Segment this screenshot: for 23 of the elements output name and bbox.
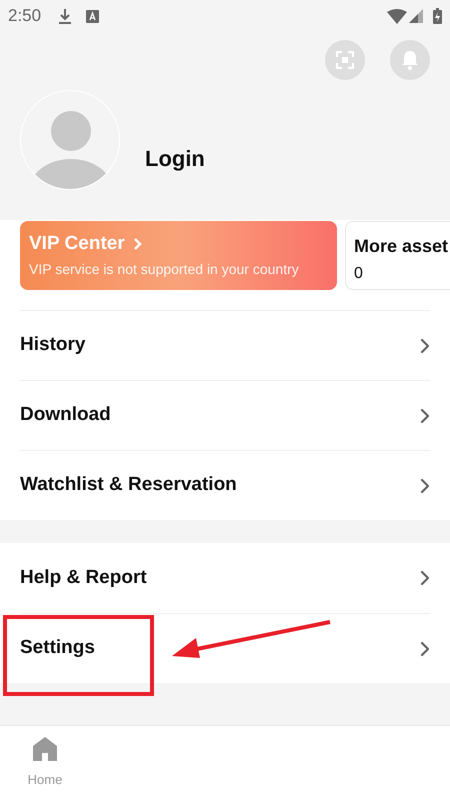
chevron-right-icon	[420, 408, 430, 424]
chevron-right-icon	[420, 338, 430, 354]
chevron-right-icon	[420, 570, 430, 586]
scan-button[interactable]	[325, 40, 365, 80]
assets-title: More asset	[354, 236, 450, 256]
keyboard-app-icon	[86, 10, 100, 22]
home-icon	[31, 736, 59, 762]
chevron-right-icon	[420, 478, 430, 494]
signal-icon	[409, 9, 423, 23]
login-button[interactable]: Login	[145, 142, 205, 174]
status-time: 2:50	[8, 5, 42, 28]
notification-button[interactable]	[390, 40, 430, 80]
wifi-icon	[387, 8, 407, 24]
assets-card[interactable]: More asset 0	[345, 221, 450, 290]
download-icon	[58, 8, 72, 24]
scan-icon	[336, 51, 354, 69]
battery-icon	[433, 8, 442, 24]
bell-icon	[401, 50, 419, 70]
vip-title: VIP Center	[29, 233, 125, 255]
chevron-right-icon	[420, 640, 430, 656]
chevron-right-icon	[132, 237, 142, 251]
vip-subtitle: VIP service is not supported in your country	[29, 260, 300, 279]
assets-count: 0	[354, 264, 364, 284]
